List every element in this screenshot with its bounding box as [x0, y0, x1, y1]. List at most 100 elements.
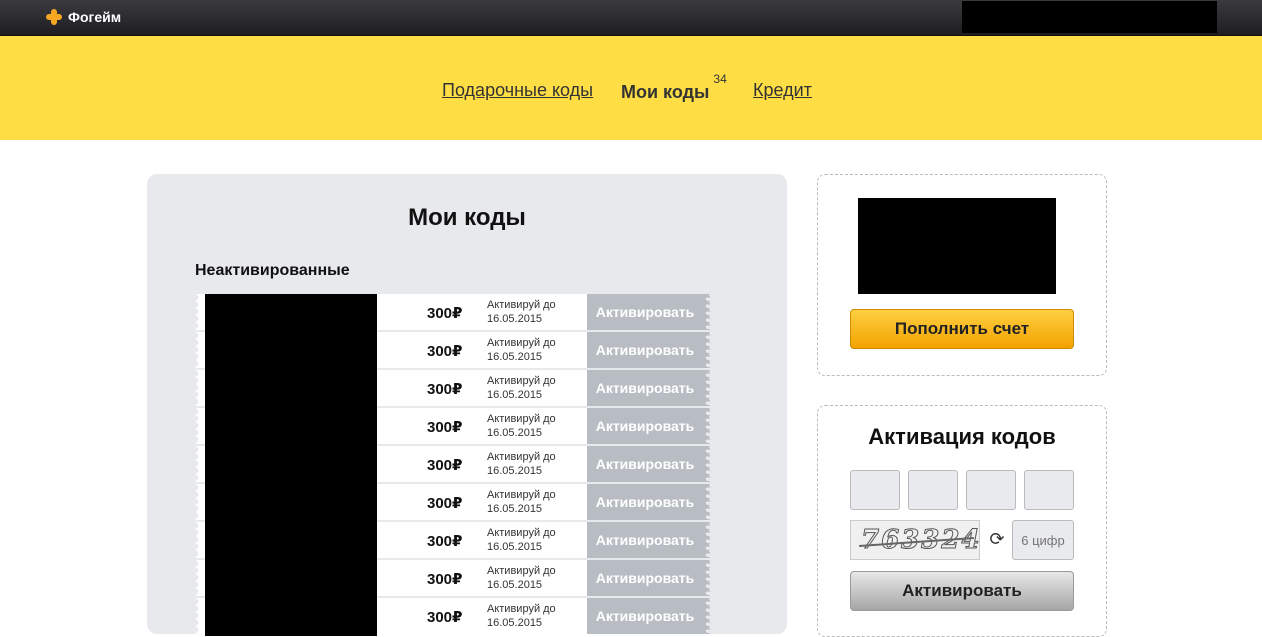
activate-code-button[interactable]: Активировать — [587, 598, 703, 634]
ticket-edge — [703, 408, 711, 444]
code-amount: 300₽ — [427, 419, 463, 436]
code-input-4[interactable] — [1024, 470, 1074, 510]
activate-code-button[interactable]: Активировать — [587, 370, 703, 406]
ruble-icon: ₽ — [452, 419, 463, 436]
code-redacted — [205, 294, 377, 332]
captcha-image: 763324 — [850, 520, 980, 560]
code-redacted — [205, 370, 377, 408]
code-amount: 300₽ — [427, 343, 463, 360]
ruble-icon: ₽ — [452, 381, 463, 398]
code-redacted — [205, 598, 377, 636]
activation-box: Активация кодов 763324 ⟳ Активировать — [817, 405, 1107, 637]
code-expiry: Активируй до 16.05.2015 — [487, 413, 556, 439]
code-row: 300₽ Активируй до 16.05.2015 Активировать — [195, 446, 711, 484]
ruble-icon: ₽ — [452, 305, 463, 322]
code-row: 300₽ Активируй до 16.05.2015 Активировать — [195, 408, 711, 446]
main-nav: Подарочные коды Мои коды34 Кредит — [0, 36, 1262, 140]
code-redacted — [205, 484, 377, 522]
ticket-edge — [703, 598, 711, 634]
code-row: 300₽ Активируй до 16.05.2015 Активировать — [195, 370, 711, 408]
refresh-icon[interactable]: ⟳ — [988, 530, 1006, 548]
balance-redacted — [858, 198, 1056, 294]
activate-code-button[interactable]: Активировать — [587, 408, 703, 444]
ticket-edge — [703, 446, 711, 482]
code-input-2[interactable] — [908, 470, 958, 510]
ticket-edge — [195, 484, 203, 520]
ticket-edge — [195, 408, 203, 444]
code-amount: 300₽ — [427, 609, 463, 626]
code-amount: 300₽ — [427, 457, 463, 474]
captcha-input[interactable] — [1012, 520, 1074, 560]
ticket-edge — [195, 522, 203, 558]
code-input-1[interactable] — [850, 470, 900, 510]
ticket-edge — [703, 294, 711, 330]
ruble-icon: ₽ — [452, 533, 463, 550]
code-redacted — [205, 446, 377, 484]
ticket-edge — [703, 332, 711, 368]
ticket-edge — [195, 446, 203, 482]
ruble-icon: ₽ — [452, 609, 463, 626]
nav-my-codes[interactable]: Мои коды34 — [621, 72, 727, 103]
code-input-3[interactable] — [966, 470, 1016, 510]
code-amount: 300₽ — [427, 571, 463, 588]
ticket-edge — [703, 370, 711, 406]
code-expiry: Активируй до 16.05.2015 — [487, 489, 556, 515]
ticket-edge — [195, 598, 203, 634]
ticket-edge — [703, 484, 711, 520]
page-title: Мои коды — [408, 204, 526, 231]
plus-logo-icon — [46, 9, 62, 25]
code-expiry: Активируй до 16.05.2015 — [487, 565, 556, 591]
code-row: 300₽ Активируй до 16.05.2015 Активировать — [195, 294, 711, 332]
ticket-edge — [703, 560, 711, 596]
activate-code-button[interactable]: Активировать — [587, 446, 703, 482]
nav-band: Подарочные коды Мои коды34 Кредит — [0, 36, 1262, 140]
ruble-icon: ₽ — [452, 495, 463, 512]
code-redacted — [205, 332, 377, 370]
activate-code-button[interactable]: Активировать — [587, 484, 703, 520]
ticket-edge — [195, 560, 203, 596]
code-redacted — [205, 560, 377, 598]
code-row: 300₽ Активируй до 16.05.2015 Активировать — [195, 484, 711, 522]
activate-codes-button[interactable]: Активировать — [850, 571, 1074, 611]
ruble-icon: ₽ — [452, 343, 463, 360]
code-amount: 300₽ — [427, 305, 463, 322]
code-redacted — [205, 408, 377, 446]
ticket-edge — [195, 370, 203, 406]
ticket-edge — [195, 294, 203, 330]
code-amount: 300₽ — [427, 495, 463, 512]
code-redacted — [205, 522, 377, 560]
code-expiry: Активируй до 16.05.2015 — [487, 451, 556, 477]
code-expiry: Активируй до 16.05.2015 — [487, 527, 556, 553]
nav-my-codes-label: Мои коды — [621, 82, 710, 102]
logo-link[interactable]: Фогейм — [46, 9, 121, 25]
ruble-icon: ₽ — [452, 571, 463, 588]
nav-gift-codes[interactable]: Подарочные коды — [442, 80, 593, 101]
code-row: 300₽ Активируй до 16.05.2015 Активировать — [195, 598, 711, 636]
nav-my-codes-count: 34 — [713, 72, 727, 86]
activate-code-button[interactable]: Активировать — [587, 332, 703, 368]
section-title: Неактивированные — [195, 262, 350, 279]
code-amount: 300₽ — [427, 533, 463, 550]
activate-code-button[interactable]: Активировать — [587, 522, 703, 558]
code-expiry: Активируй до 16.05.2015 — [487, 299, 556, 325]
code-row: 300₽ Активируй до 16.05.2015 Активировать — [195, 560, 711, 598]
ticket-edge — [195, 332, 203, 368]
top-bar: Фогейм — [0, 0, 1262, 36]
ruble-icon: ₽ — [452, 457, 463, 474]
code-row: 300₽ Активируй до 16.05.2015 Активировать — [195, 522, 711, 560]
code-inputs — [850, 470, 1074, 510]
ticket-edge — [703, 522, 711, 558]
topup-button[interactable]: Пополнить счет — [850, 309, 1074, 349]
codes-list: 300₽ Активируй до 16.05.2015 Активировать 30… — [195, 294, 711, 636]
balance-box: Пополнить счет — [817, 174, 1107, 376]
code-row: 300₽ Активируй до 16.05.2015 Активировать — [195, 332, 711, 370]
my-codes-panel: Мои коды Неактивированные 300₽ Активируй … — [147, 174, 787, 636]
code-expiry: Активируй до 16.05.2015 — [487, 375, 556, 401]
user-area-redacted — [962, 1, 1217, 33]
nav-credit[interactable]: Кредит — [753, 80, 812, 101]
code-amount: 300₽ — [427, 381, 463, 398]
code-expiry: Активируй до 16.05.2015 — [487, 603, 556, 629]
activate-code-button[interactable]: Активировать — [587, 560, 703, 596]
activation-title: Активация кодов — [868, 424, 1056, 449]
activate-code-button[interactable]: Активировать — [587, 294, 703, 330]
